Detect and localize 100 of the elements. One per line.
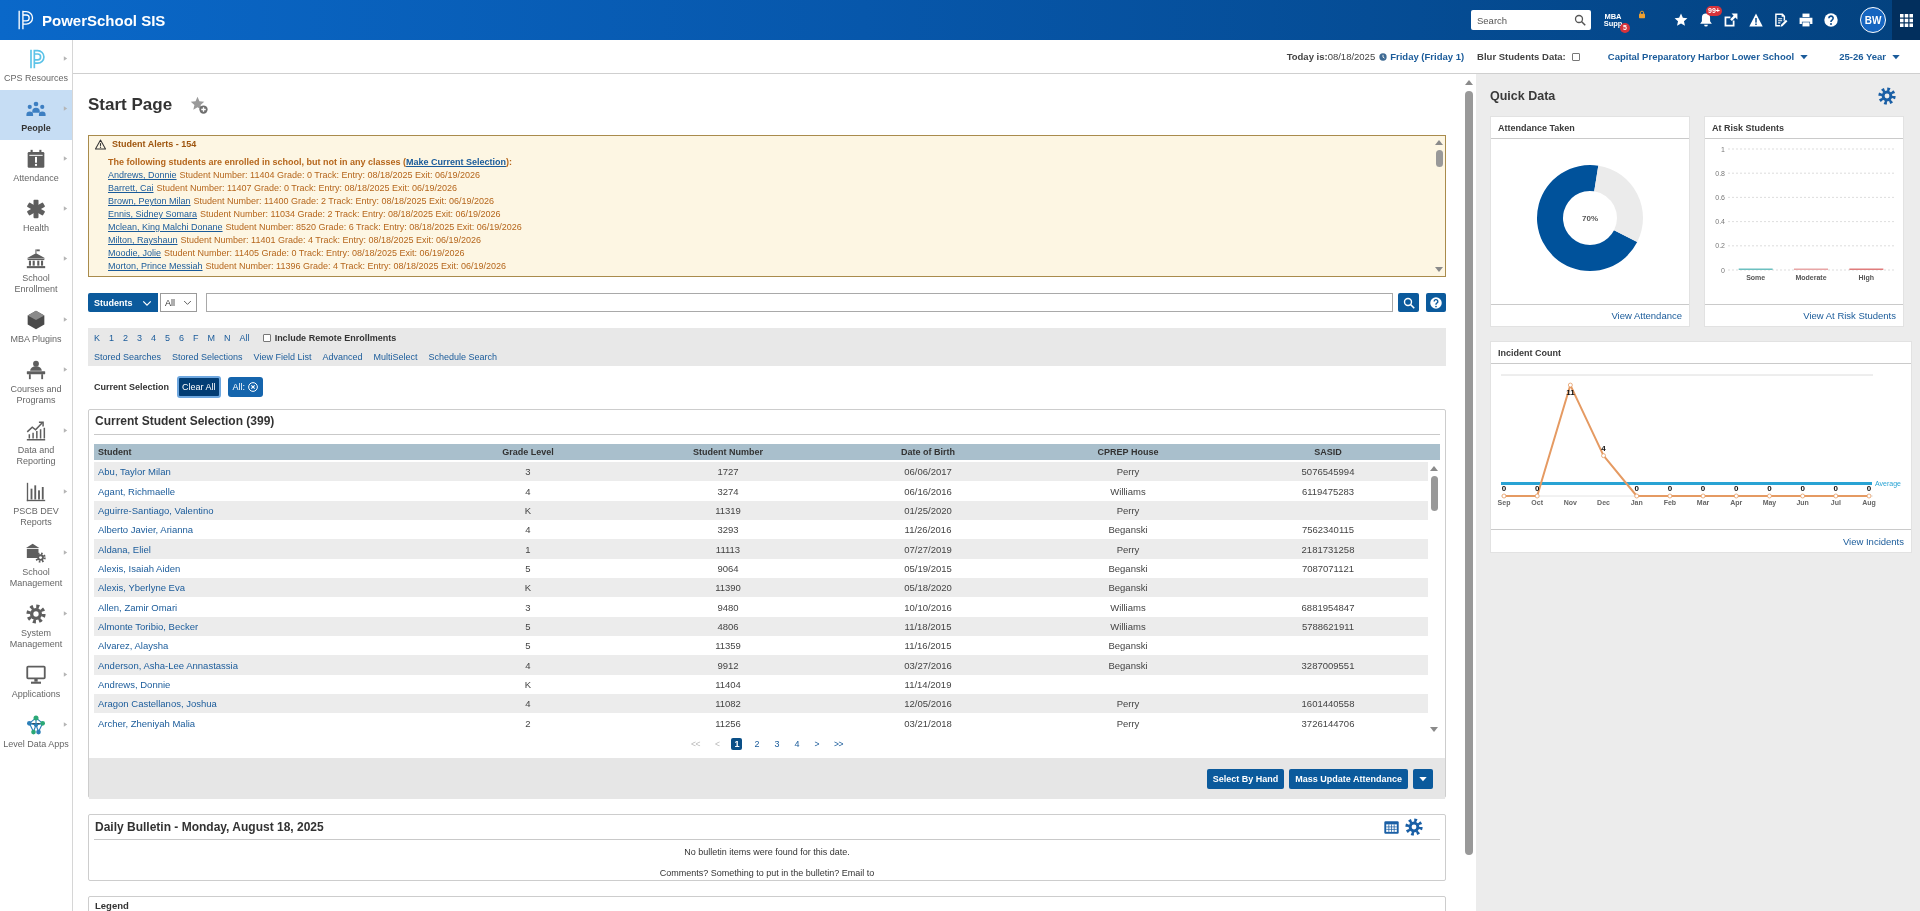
student-link[interactable]: Ennis, Sidney Somara [108,209,198,219]
page-link[interactable]: 2 [751,738,763,750]
page-link[interactable]: 3 [771,738,783,750]
remote-checkbox[interactable] [262,333,271,342]
table-cell: K [524,678,532,690]
star-plus-icon[interactable] [190,96,209,114]
table-cell: 11256 [715,717,741,729]
pager-arrow-link[interactable]: >> [831,738,846,750]
search-link[interactable]: Schedule Search [428,351,498,362]
chart-label: 70% [1582,214,1598,223]
avatar-button[interactable]: BW [1860,7,1886,33]
student-link[interactable]: Morton, Prince Messiah [108,261,203,271]
sidebar-item[interactable]: School Enrollment [0,240,72,301]
sidebar-item[interactable]: MBA Plugins [0,301,72,351]
sidebar-item[interactable]: Data and Reporting [0,412,72,473]
sidebar-item[interactable]: Attendance [0,140,72,190]
sidebar-item[interactable]: CPS Resources [0,40,72,90]
sidebar-item[interactable]: Applications [0,656,72,706]
grade-link[interactable]: 3 [137,332,143,343]
search-button[interactable] [1398,293,1419,312]
grade-link[interactable]: 2 [123,332,129,343]
search-link[interactable]: Stored Selections [172,351,243,362]
student-link[interactable]: Almonte Toribio, Becker [98,620,199,632]
student-link[interactable]: Aguirre-Santiago, Valentino [98,504,214,516]
sidebar-item[interactable]: Health [0,190,72,240]
view-link[interactable]: View Incidents [1842,535,1904,547]
printer-icon[interactable] [1799,13,1813,27]
student-link[interactable]: Allen, Zamir Omari [98,601,178,613]
search-link[interactable]: MultiSelect [373,351,418,362]
view-link[interactable]: View Attendance [1611,310,1682,321]
sidebar-item[interactable]: People [0,90,72,140]
sidebar-item[interactable]: School Management [0,534,72,595]
action-button[interactable]: Select By Hand [1206,768,1285,789]
student-link[interactable]: Mclean, King Malchi Donane [108,222,223,232]
filter-select[interactable]: All [160,293,197,312]
grade-link[interactable]: All [239,332,250,343]
grade-link[interactable]: 5 [165,332,171,343]
help-icon[interactable] [1824,13,1838,27]
student-link[interactable]: Milton, Rayshaun [108,235,178,245]
bell-icon[interactable] [1699,13,1713,27]
search-link[interactable]: Stored Searches [94,351,162,362]
data-point [1501,493,1507,499]
sidebar-item[interactable]: PSCB DEV Reports [0,473,72,534]
warning-icon[interactable] [1749,13,1763,27]
student-link[interactable]: Barrett, Cai [108,183,154,193]
apps-button[interactable] [1892,0,1920,40]
calendar-icon[interactable] [1384,819,1399,835]
menu-button[interactable] [1413,768,1433,789]
view-link[interactable]: View At Risk Students [1803,310,1896,321]
student-link[interactable]: Alexis, Isaiah Aiden [98,562,181,574]
document-edit-icon[interactable] [1774,13,1788,27]
make-selection-link[interactable]: Make Current Selection [406,157,507,167]
grade-link[interactable]: 1 [109,332,115,343]
student-link[interactable]: Abu, Taylor Milan [98,466,171,478]
student-link[interactable]: Alberto Javier, Arianna [98,524,194,536]
external-link-icon[interactable] [1724,13,1738,27]
action-button[interactable]: Mass Update Attendance [1289,768,1408,789]
caret-right-icon [63,549,68,556]
student-link[interactable]: Andrews, Donnie [98,678,171,690]
sidebar-item[interactable]: System Management [0,595,72,656]
sidebar-item[interactable]: Level Data Apps [0,706,72,756]
student-link[interactable]: Archer, Zheniyah Malia [98,717,196,729]
person-at-desk-icon [26,360,46,380]
help-button[interactable] [1426,293,1446,312]
student-link[interactable]: Agant, Richmaelle [98,485,176,497]
year-dropdown[interactable]: 25-26 Year [1839,51,1900,62]
student-link[interactable]: Aldana, Eliel [98,543,151,555]
grade-link[interactable]: F [193,332,199,343]
student-link[interactable]: Moodie, Jolie [108,248,162,258]
search-link[interactable]: View Field List [253,351,312,362]
grade-link[interactable]: 6 [179,332,185,343]
page-link[interactable]: 4 [791,738,803,750]
grade-link[interactable]: 4 [151,332,157,343]
student-link[interactable]: Alvarez, Alaysha [98,640,169,652]
student-link[interactable]: Andrews, Donnie [108,170,177,180]
clear-all-button[interactable]: Clear All [177,376,221,398]
table-cell: 4 [525,485,531,497]
search-field[interactable]: Search [1471,10,1591,30]
grade-link[interactable]: M [207,332,216,343]
student-link[interactable]: Anderson, Asha-Lee Annastassia [98,659,238,671]
blur-checkbox[interactable] [1571,52,1580,61]
student-link[interactable]: Brown, Peyton Milan [108,196,191,206]
table-cell: Williams [1110,485,1146,497]
star-icon[interactable] [1674,13,1688,27]
search-link[interactable]: Advanced [322,351,363,362]
student-link[interactable]: Aragon Castellanos, Joshua [98,698,217,710]
grade-link[interactable]: K [94,332,100,343]
scope-dropdown[interactable]: Students [88,293,158,312]
day-link[interactable]: Friday (Friday 1) [1390,51,1465,62]
student-link[interactable]: Alexis, Yberlyne Eva [98,582,185,594]
gear-icon[interactable] [1405,818,1423,836]
settings-icon[interactable] [1878,87,1896,105]
school-dropdown[interactable]: Capital Preparatory Harbor Lower School [1607,51,1809,62]
search-input[interactable] [206,293,1393,312]
search-icon[interactable] [1574,14,1586,26]
filter-chip[interactable]: All: [227,377,264,397]
page-link[interactable]: 1 [731,738,743,750]
grade-link[interactable]: N [224,332,231,343]
sidebar-item[interactable]: Courses and Programs [0,351,72,412]
pager-arrow-link[interactable]: > [811,738,822,750]
